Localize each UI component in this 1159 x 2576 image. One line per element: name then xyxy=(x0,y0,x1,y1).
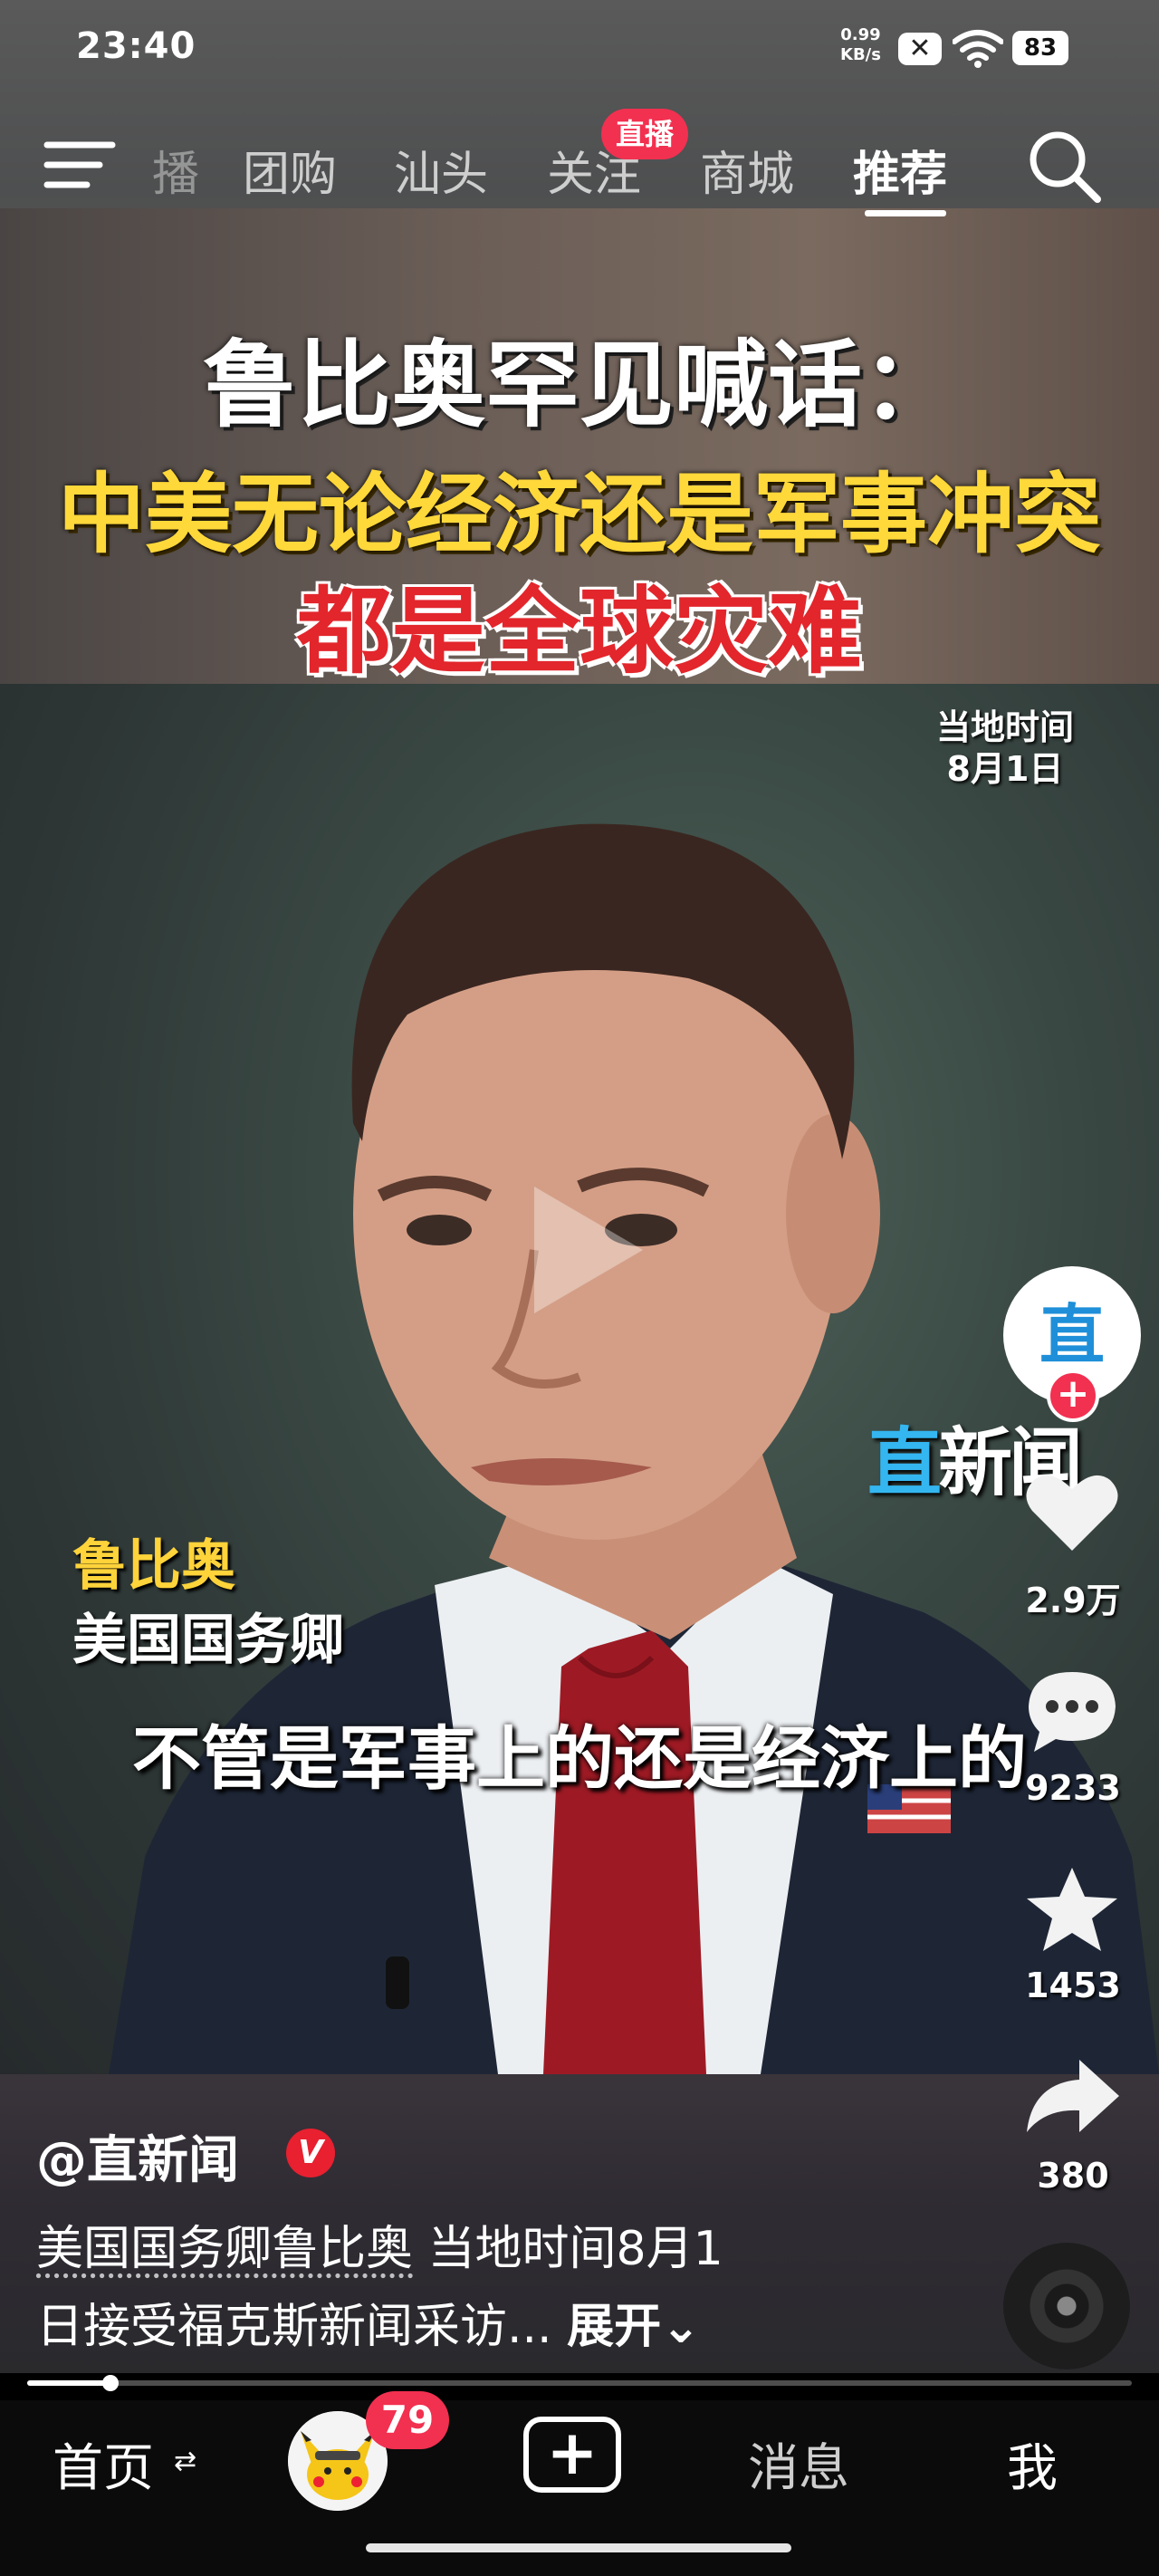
speaker-role-caption: 美国国务卿 xyxy=(72,1609,344,1672)
star-icon[interactable] xyxy=(1023,1866,1121,1953)
music-disc-icon[interactable] xyxy=(1003,2243,1130,2369)
home-indicator[interactable] xyxy=(366,2543,791,2552)
topic-link[interactable]: 美国国务卿鲁比奥 xyxy=(36,2222,413,2276)
timestamp-line-1: 当地时间 xyxy=(935,707,1074,747)
video-progress-fill xyxy=(27,2380,110,2386)
live-badge[interactable]: 直播 xyxy=(601,109,688,159)
tab-live-partial[interactable]: 播 xyxy=(152,136,199,204)
video-progress-handle[interactable] xyxy=(101,2375,119,2391)
status-time: 23:40 xyxy=(76,25,196,67)
wifi-icon xyxy=(953,30,1003,68)
watermark-zhi: 直 xyxy=(867,1420,942,1506)
headline-line-3: 都是全球灾难 xyxy=(296,576,862,687)
expand-button[interactable]: 展开⌄ xyxy=(567,2300,701,2354)
post-description-line-1: 美国国务卿鲁比奥 当地时间8月1 xyxy=(36,2210,723,2278)
battery-indicator: 83 xyxy=(1012,31,1068,65)
verified-badge: V xyxy=(286,2129,335,2177)
video-timestamp-label: 当地时间 8月1日 xyxy=(924,706,1087,790)
btab-messages[interactable]: 消息 xyxy=(748,2427,849,2501)
notification-badge: 79 xyxy=(366,2391,449,2449)
network-speed-value: 0.99 xyxy=(840,25,881,44)
description-text-2: 日接受福克斯新闻采访... xyxy=(36,2300,568,2354)
play-icon[interactable] xyxy=(507,1177,652,1322)
speaker-name-caption: 鲁比奥 xyxy=(72,1534,235,1598)
home-switch-icon[interactable]: ⇄ xyxy=(174,2446,196,2477)
video-progress-track[interactable] xyxy=(27,2380,1132,2386)
close-box-icon: ✕ xyxy=(898,33,942,65)
share-icon[interactable] xyxy=(1023,2056,1121,2143)
tab-group-buy[interactable]: 团购 xyxy=(243,136,337,204)
video-subtitle: 不管是军事上的还是经济上的 xyxy=(132,1718,1027,1799)
btab-home[interactable]: 首页 xyxy=(53,2427,154,2501)
description-text-1: 当地时间8月1 xyxy=(413,2222,723,2276)
menu-icon[interactable] xyxy=(43,138,116,192)
headline-line-2: 中美无论经济还是军事冲突 xyxy=(58,464,1101,565)
heart-icon[interactable] xyxy=(1023,1469,1121,1556)
create-button[interactable]: + xyxy=(523,2417,621,2493)
btab-me[interactable]: 我 xyxy=(1007,2427,1058,2501)
tab-recommend[interactable]: 推荐 xyxy=(853,136,947,204)
network-speed-unit: KB/s xyxy=(840,45,881,64)
tab-mall[interactable]: 商城 xyxy=(700,136,794,204)
follow-button[interactable]: + xyxy=(1047,1370,1099,1422)
comment-count: 9233 xyxy=(1025,1768,1121,1808)
author-handle[interactable]: @直新闻 xyxy=(36,2119,239,2193)
timestamp-line-2: 8月1日 xyxy=(946,749,1064,789)
tab-shantou[interactable]: 汕头 xyxy=(394,136,488,204)
active-tab-indicator xyxy=(865,210,946,216)
favorite-count: 1453 xyxy=(1025,1966,1121,2005)
network-speed: 0.99 KB/s xyxy=(840,25,881,65)
headline-line-1: 鲁比奥罕见喊话： xyxy=(202,330,956,440)
like-count: 2.9万 xyxy=(1025,1581,1121,1620)
post-description-line-2: 日接受福克斯新闻采访... 展开⌄ xyxy=(36,2288,701,2356)
search-icon[interactable] xyxy=(1025,127,1103,205)
comment-icon[interactable] xyxy=(1023,1667,1121,1754)
share-count: 380 xyxy=(1037,2156,1109,2196)
